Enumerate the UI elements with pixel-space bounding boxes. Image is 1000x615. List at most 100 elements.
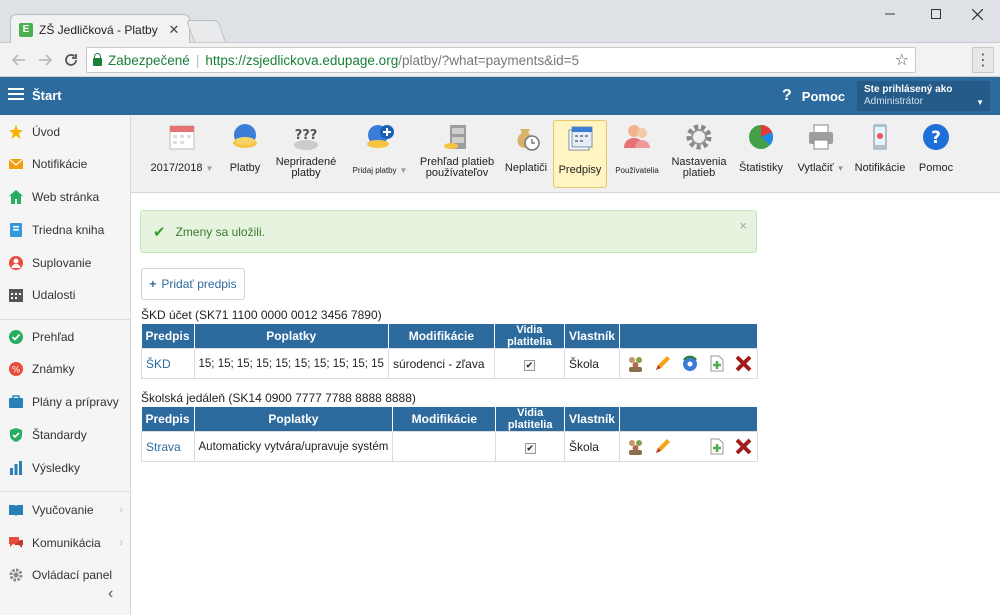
minimize-button[interactable] xyxy=(867,0,913,28)
delete-x-icon[interactable] xyxy=(734,437,753,456)
toolbar-label: Notifikácie xyxy=(854,162,906,174)
actions-cell xyxy=(619,431,758,462)
toolbar-label: platby xyxy=(291,167,321,179)
help-link[interactable]: ? Pomoc xyxy=(782,87,845,105)
url-host: https://zsjedlickova.edupage.org xyxy=(205,52,399,68)
address-toolbar: Zabezpečené | https://zsjedlickova.edupa… xyxy=(0,43,1000,77)
table-row: ŠKD 15; 15; 15; 15; 15; 15; 15; 15; 15; … xyxy=(141,348,758,379)
coins-globe-icon xyxy=(233,124,257,148)
assign-users-icon[interactable] xyxy=(626,437,645,456)
new-tab-button[interactable] xyxy=(185,20,227,42)
open-book-icon xyxy=(8,502,24,518)
toolbar-neplatici[interactable]: Neplatiči xyxy=(503,119,549,189)
grades-icon: % xyxy=(8,361,24,377)
toolbar-predpisy[interactable]: Predpisy xyxy=(553,120,607,188)
add-payment-icon xyxy=(367,125,394,148)
sidebar-item-prehlad[interactable]: Prehľad xyxy=(0,323,131,351)
phone-notification-icon xyxy=(873,124,887,150)
fees-cell: Automaticky vytvára/upravuje systém xyxy=(193,431,394,462)
actions-cell xyxy=(619,348,758,379)
sidebar-item-label: Notifikácie xyxy=(32,157,88,171)
tab-close-icon[interactable]: ✕ xyxy=(167,22,181,38)
user-dropdown[interactable]: Ste prihlásený ako Administrátor ▼ xyxy=(857,81,990,111)
year-selector[interactable]: 2017/2018 ▼ xyxy=(147,119,217,189)
url-separator: | xyxy=(195,52,200,68)
sidebar-item-suplovanie[interactable]: Suplovanie xyxy=(0,249,131,277)
browser-tab[interactable]: E ZŠ Jedličková - Platby ✕ xyxy=(10,14,190,44)
sidebar-item-vyucovanie[interactable]: Vyučovanie › xyxy=(0,496,131,524)
sidebar-item-label: Plány a prípravy xyxy=(32,395,119,409)
sidebar-item-label: Udalosti xyxy=(32,288,76,302)
forward-arrow-icon[interactable] xyxy=(32,47,58,73)
toolbar-label: Vytlačiť xyxy=(797,162,834,174)
reload-icon[interactable] xyxy=(58,47,84,73)
tab-title: ZŠ Jedličková - Platby xyxy=(39,22,158,37)
add-document-icon[interactable] xyxy=(707,437,726,456)
maximize-button[interactable] xyxy=(913,0,959,28)
visible-to-payers-cell: ✔ xyxy=(493,348,565,379)
start-link[interactable]: Štart xyxy=(32,88,62,103)
svg-text:???: ??? xyxy=(295,128,318,143)
toolbar-label: Platby xyxy=(229,162,261,174)
sync-globe-icon[interactable] xyxy=(680,354,699,373)
owner-cell: Škola xyxy=(563,348,621,379)
back-arrow-icon[interactable] xyxy=(6,47,32,73)
column-header: Modifikácie xyxy=(388,324,495,349)
app-header: Štart ? Pomoc Ste prihlásený ako Adminis… xyxy=(0,77,1000,115)
user-role: Administrátor xyxy=(864,96,923,107)
toolbar-vytlacit[interactable]: Vytlačiť ▼ xyxy=(793,119,849,189)
assign-users-icon[interactable] xyxy=(626,354,645,373)
hamburger-menu-icon[interactable] xyxy=(8,88,24,100)
sidebar-item-label: Web stránka xyxy=(32,190,100,204)
toolbar-pouzivatelia[interactable]: Používatelia xyxy=(612,119,662,189)
add-document-icon[interactable] xyxy=(707,354,726,373)
sidebar-item-web-stranka[interactable]: Web stránka xyxy=(0,183,131,211)
visible-checkbox[interactable]: ✔ xyxy=(524,442,536,454)
sidebar-item-komunikacia[interactable]: Komunikácia › xyxy=(0,529,131,557)
browser-titlebar: E ZŠ Jedličková - Platby ✕ xyxy=(0,0,1000,44)
edit-pencil-icon[interactable] xyxy=(653,354,672,373)
collapse-sidebar-icon[interactable]: ‹ xyxy=(108,585,113,603)
sidebar-item-standardy[interactable]: Štandardy xyxy=(0,421,131,449)
url-bar[interactable]: Zabezpečené | https://zsjedlickova.edupa… xyxy=(86,47,916,73)
table-header-row: Predpis Poplatky Modifikácie Vidia plati… xyxy=(141,407,758,432)
sidebar-item-plany[interactable]: Plány a prípravy xyxy=(0,388,131,416)
briefcase-icon xyxy=(8,394,24,410)
toolbar-label: používateľov xyxy=(425,167,489,179)
sidebar-item-label: Vyučovanie xyxy=(32,503,94,517)
regulation-link[interactable]: ŠKD xyxy=(141,348,195,379)
sidebar-item-udalosti[interactable]: Udalosti xyxy=(0,281,131,309)
empty-action-slot xyxy=(680,437,699,456)
close-icon[interactable]: × xyxy=(739,218,747,233)
browser-menu-icon[interactable]: ⋮ xyxy=(972,47,994,73)
sidebar-item-vysledky[interactable]: Výsledky xyxy=(0,454,131,482)
edit-pencil-icon[interactable] xyxy=(653,437,672,456)
shield-check-icon xyxy=(8,427,24,443)
help-icon: ? xyxy=(923,124,949,150)
check-circle-icon xyxy=(8,329,24,345)
toolbar-platby[interactable]: Platby xyxy=(225,119,265,189)
visible-checkbox[interactable]: ✔ xyxy=(523,359,535,371)
delete-x-icon[interactable] xyxy=(734,354,753,373)
add-regulation-button[interactable]: + Pridať predpis xyxy=(141,268,245,300)
bookmark-star-icon[interactable]: ☆ xyxy=(895,50,909,70)
toolbar-nastavenia-platieb[interactable]: Nastavenia platieb xyxy=(667,119,731,189)
toolbar-pridaj-platby[interactable]: Pridaj platby ▼ xyxy=(349,119,411,189)
column-header: Modifikácie xyxy=(392,407,497,432)
regulation-link[interactable]: Strava xyxy=(141,431,195,462)
alert-message: Zmeny sa uložili. xyxy=(175,224,265,239)
sidebar-item-label: Prehľad xyxy=(32,330,75,344)
toolbar-notifikacie[interactable]: Notifikácie xyxy=(853,119,907,189)
person-swap-icon xyxy=(8,255,24,271)
sidebar-item-uvod[interactable]: Úvod xyxy=(0,118,131,146)
toolbar-pomoc[interactable]: ? Pomoc xyxy=(916,119,956,189)
close-window-button[interactable] xyxy=(954,0,1000,28)
toolbar-prehlad-platieb[interactable]: Prehľad platieb používateľov xyxy=(416,119,498,189)
sidebar-item-znamky[interactable]: % Známky xyxy=(0,355,131,383)
sidebar-item-triedna-kniha[interactable]: Triedna kniha xyxy=(0,216,131,244)
toolbar-statistiky[interactable]: Štatistiky xyxy=(737,119,785,189)
toolbar-nepriradene[interactable]: ??? Nepriradené platby xyxy=(271,119,341,189)
sidebar-item-notifikacie[interactable]: Notifikácie xyxy=(0,150,131,178)
table-row: Strava Automaticky vytvára/upravuje syst… xyxy=(141,431,758,462)
svg-text:%: % xyxy=(12,366,21,376)
